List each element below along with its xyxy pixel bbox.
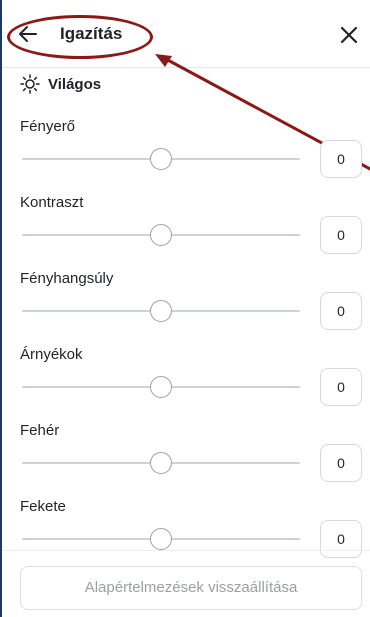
control-label: Fényhangsúly [20,270,114,287]
value-input[interactable]: 0 [320,216,362,254]
value-input[interactable]: 0 [320,368,362,406]
panel-header: Igazítás [2,0,370,68]
control-label: Fényerő [20,118,76,135]
control-label: Fekete [20,498,66,515]
close-button[interactable] [336,22,362,48]
footer-divider [2,550,370,551]
section-title: Világos [48,75,102,93]
reset-defaults-button[interactable]: Alapértelmezések visszaállítása [20,566,362,610]
slider-handle[interactable] [150,224,172,246]
slider-handle[interactable] [150,300,172,322]
adjust-panel: Igazítás Világos Fényerő 0 Kontraszt 0 F… [0,0,370,617]
slider-handle[interactable] [150,148,172,170]
value-input[interactable]: 0 [320,140,362,178]
value-input[interactable]: 0 [320,520,362,558]
value-input[interactable]: 0 [320,292,362,330]
sun-icon [20,74,40,94]
back-button[interactable] [16,22,40,46]
slider-handle[interactable] [150,376,172,398]
slider-handle[interactable] [150,452,172,474]
control-label: Árnyékok [20,346,83,363]
slider-handle[interactable] [150,528,172,550]
value-input[interactable]: 0 [320,444,362,482]
control-label: Kontraszt [20,194,84,211]
arrow-left-icon [19,26,37,42]
section-header-light: Világos [20,72,101,96]
control-label: Fehér [20,422,60,439]
close-icon [340,26,358,44]
panel-title: Igazítás [60,24,123,43]
